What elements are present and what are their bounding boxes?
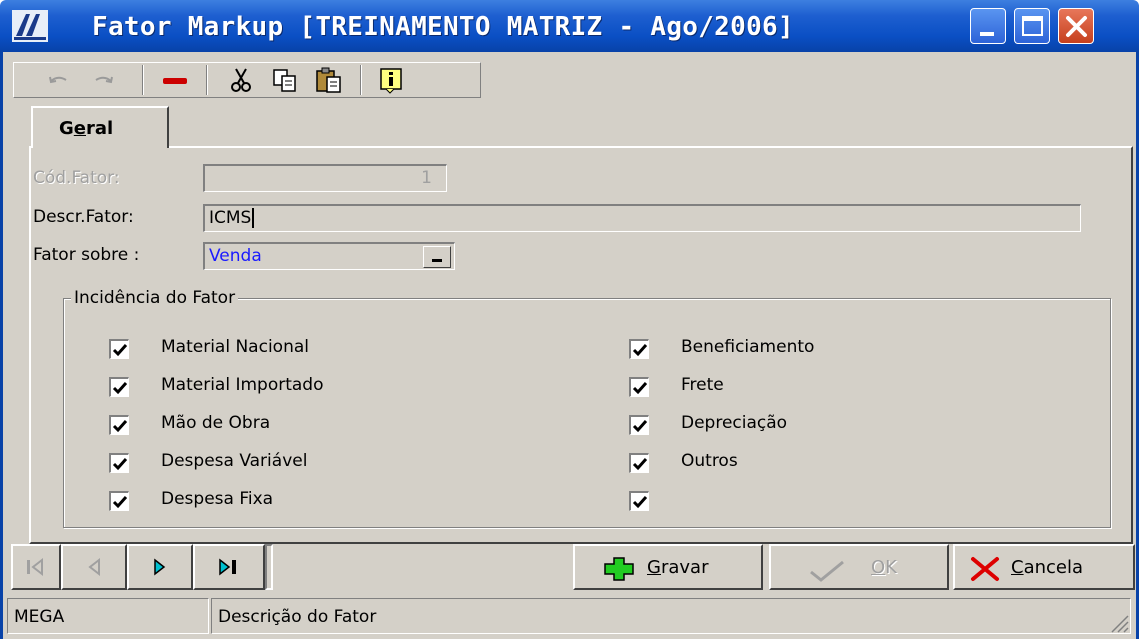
descr-fator-field[interactable]: ICMS <box>203 204 1081 232</box>
cancela-button[interactable]: Cancela <box>953 544 1135 590</box>
cod-fator-label: Cód.Fator: <box>33 168 120 188</box>
first-record-button[interactable] <box>11 544 61 590</box>
checkbox[interactable] <box>109 491 129 511</box>
checkbox-label: Beneficiamento <box>681 337 815 357</box>
ok-label: OK <box>871 557 897 578</box>
checkbox[interactable] <box>109 339 129 359</box>
checkbox-label: Material Importado <box>161 375 324 395</box>
toolbar <box>13 62 481 98</box>
checkbox[interactable] <box>629 453 649 473</box>
checkbox[interactable] <box>109 415 129 435</box>
info-button[interactable] <box>376 66 406 94</box>
status-hint: Descrição do Fator <box>211 598 1131 634</box>
paste-button[interactable] <box>314 66 344 94</box>
minimize-button[interactable] <box>970 8 1006 44</box>
checkbox[interactable] <box>629 377 649 397</box>
toolbar-separator <box>360 65 362 95</box>
checkbox-label: Outros <box>681 451 738 471</box>
minimize-icon <box>980 32 994 36</box>
copy-button[interactable] <box>270 66 300 94</box>
fator-sobre-select[interactable]: Venda <box>203 242 455 270</box>
delete-button[interactable] <box>160 66 190 94</box>
undo-button[interactable] <box>44 66 74 94</box>
fator-sobre-value: Venda <box>209 246 262 266</box>
next-record-icon <box>154 558 166 576</box>
status-user: MEGA <box>7 598 209 634</box>
checkbox[interactable] <box>109 377 129 397</box>
descr-fator-label: Descr.Fator: <box>33 207 134 227</box>
ok-button[interactable]: OK <box>769 544 949 590</box>
maximize-icon <box>1022 16 1043 36</box>
check-icon <box>632 344 648 357</box>
chevron-down-icon <box>432 259 442 262</box>
last-record-icon <box>219 558 236 576</box>
toolbar-separator <box>142 65 144 95</box>
check-icon <box>112 496 128 509</box>
last-record-button[interactable] <box>193 544 265 590</box>
prev-record-button[interactable] <box>61 544 127 590</box>
check-icon <box>632 458 648 471</box>
tab-geral-label: Geral <box>59 118 114 139</box>
dropdown-button[interactable] <box>423 246 451 268</box>
undo-icon <box>49 76 67 84</box>
incidencia-title: Incidência do Fator <box>71 288 239 308</box>
check-icon <box>112 344 128 357</box>
info-icon <box>380 68 402 94</box>
plus-icon <box>604 557 634 581</box>
app-logo-icon <box>12 10 48 42</box>
next-record-button[interactable] <box>127 544 193 590</box>
fator-sobre-label: Fator sobre : <box>33 245 140 265</box>
check-icon <box>632 496 648 509</box>
checkbox-label: Despesa Variável <box>161 451 308 471</box>
tab-geral[interactable]: Geral <box>31 106 169 148</box>
window-body: Geral Cód.Fator: 1 Descr.Fator: ICMS Fat… <box>0 52 1139 639</box>
nav-divider <box>265 544 273 590</box>
cancela-label: Cancela <box>1011 557 1084 578</box>
close-button[interactable] <box>1058 8 1094 44</box>
toolbar-separator <box>206 65 208 95</box>
check-icon <box>112 420 128 433</box>
gravar-button[interactable]: Gravar <box>573 544 763 590</box>
checkbox[interactable] <box>629 491 649 511</box>
delete-icon <box>163 78 187 84</box>
copy-icon <box>273 69 296 92</box>
first-record-icon <box>27 557 43 577</box>
paste-icon <box>316 67 341 93</box>
close-icon <box>1066 16 1087 37</box>
checkbox[interactable] <box>109 453 129 473</box>
checkbox-label: Despesa Fixa <box>161 489 274 509</box>
redo-icon <box>95 76 113 84</box>
maximize-button[interactable] <box>1014 8 1050 44</box>
checkbox-label: Material Nacional <box>161 337 309 357</box>
redo-button[interactable] <box>88 66 118 94</box>
cut-icon <box>231 68 251 92</box>
status-bar: MEGA Descrição do Fator <box>3 598 1136 636</box>
checkbox-label: Frete <box>681 375 724 395</box>
check-icon <box>632 420 648 433</box>
checkmark-icon <box>810 560 844 582</box>
prev-record-icon <box>88 557 100 577</box>
close-icon <box>971 557 999 581</box>
title-bar[interactable]: Fator Markup [TREINAMENTO MATRIZ - Ago/2… <box>0 0 1139 52</box>
descr-fator-value: ICMS <box>209 208 255 228</box>
checkbox[interactable] <box>629 415 649 435</box>
checkbox[interactable] <box>629 339 649 359</box>
checkbox-label: Depreciação <box>681 413 788 433</box>
check-icon <box>112 458 128 471</box>
cut-button[interactable] <box>226 66 256 94</box>
check-icon <box>632 382 648 395</box>
resize-grip-icon[interactable] <box>1108 612 1130 634</box>
checkbox-label: Mão de Obra <box>161 413 271 433</box>
window-title: Fator Markup [TREINAMENTO MATRIZ - Ago/2… <box>92 12 794 42</box>
navigation-bar: Gravar OK Cancela <box>11 544 1135 594</box>
check-icon <box>112 382 128 395</box>
gravar-label: Gravar <box>647 557 709 578</box>
cod-fator-field[interactable]: 1 <box>203 164 447 192</box>
